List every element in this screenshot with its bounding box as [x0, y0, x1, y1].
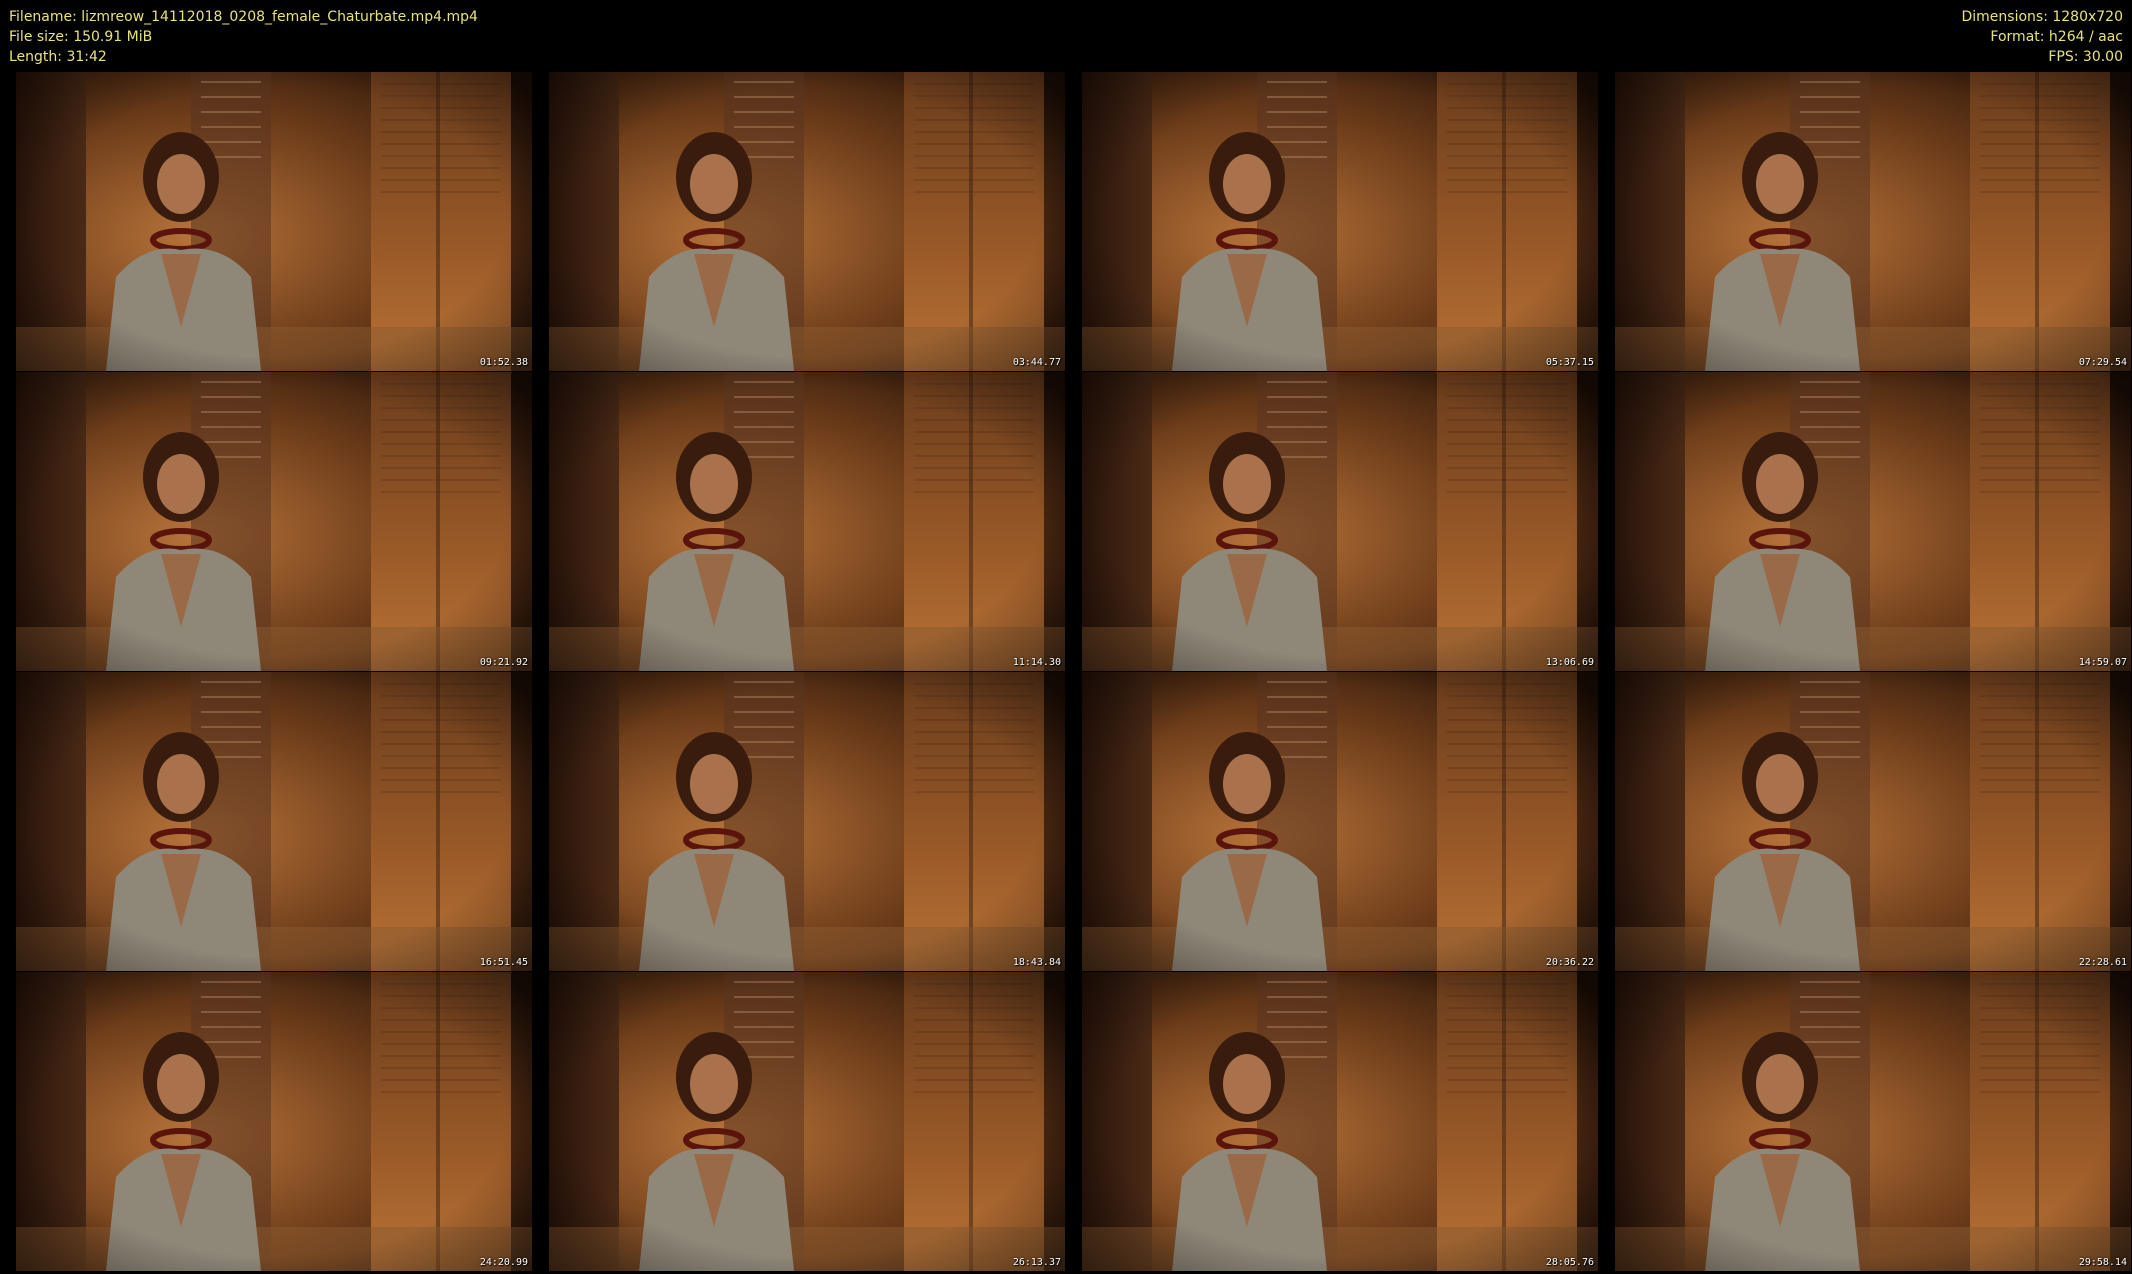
thumbnail-timestamp: 18:43.84 — [1012, 957, 1061, 968]
thumbnail-timestamp: 11:14.30 — [1012, 657, 1061, 668]
thumbnail-image — [1082, 972, 1598, 1271]
video-thumbnail: 24:20.99 — [16, 972, 532, 1271]
video-thumbnail: 05:37.15 — [1082, 72, 1598, 371]
video-thumbnail: 26:13.37 — [549, 972, 1065, 1271]
thumbnail-timestamp: 09:21.92 — [479, 657, 528, 668]
thumbnail-timestamp: 22:28.61 — [2078, 957, 2127, 968]
thumbnail-timestamp: 14:59.07 — [2078, 657, 2127, 668]
thumbnail-image — [1082, 72, 1598, 371]
dimensions-text: Dimensions: 1280x720 — [1961, 9, 2123, 25]
length-text: Length: 31:42 — [9, 49, 107, 65]
video-thumbnail: 14:59.07 — [1615, 372, 2131, 671]
thumbnail-image — [549, 72, 1065, 371]
video-thumbnail: 09:21.92 — [16, 372, 532, 671]
thumbnail-image — [16, 972, 532, 1271]
filename-text: Filename: lizmreow_14112018_0208_female_… — [9, 9, 478, 25]
file-info-left: Filename: lizmreow_14112018_0208_female_… — [9, 7, 478, 67]
video-thumbnail: 07:29.54 — [1615, 72, 2131, 371]
thumbnail-timestamp: 26:13.37 — [1012, 1257, 1061, 1268]
thumbnail-image — [1615, 72, 2131, 371]
thumbnail-timestamp: 13:06.69 — [1545, 657, 1594, 668]
thumbnail-timestamp: 16:51.45 — [479, 957, 528, 968]
file-info-right: Dimensions: 1280x720 Format: h264 / aac … — [1961, 7, 2123, 67]
thumbnail-grid: 01:52.38 03:44.77 05:37.15 07:29.54 09:2… — [0, 72, 2132, 1274]
video-thumbnail: 22:28.61 — [1615, 672, 2131, 971]
video-thumbnail: 03:44.77 — [549, 72, 1065, 371]
format-text: Format: h264 / aac — [1990, 29, 2123, 45]
thumbnail-timestamp: 01:52.38 — [479, 357, 528, 368]
thumbnail-image — [549, 672, 1065, 971]
thumbnail-image — [16, 72, 532, 371]
thumbnail-image — [16, 372, 532, 671]
thumbnail-image — [1615, 972, 2131, 1271]
video-thumbnail: 16:51.45 — [16, 672, 532, 971]
thumbnail-timestamp: 03:44.77 — [1012, 357, 1061, 368]
video-thumbnail: 11:14.30 — [549, 372, 1065, 671]
thumbnail-image — [1615, 372, 2131, 671]
thumbnail-image — [1615, 672, 2131, 971]
thumbnail-image — [549, 372, 1065, 671]
thumbnail-image — [549, 972, 1065, 1271]
thumbnail-timestamp: 20:36.22 — [1545, 957, 1594, 968]
thumbnail-image — [16, 672, 532, 971]
thumbnail-image — [1082, 672, 1598, 971]
thumbnail-image — [1082, 372, 1598, 671]
video-thumbnail: 13:06.69 — [1082, 372, 1598, 671]
thumbnail-timestamp: 05:37.15 — [1545, 357, 1594, 368]
video-thumbnail: 28:05.76 — [1082, 972, 1598, 1271]
video-thumbnail: 20:36.22 — [1082, 672, 1598, 971]
fps-text: FPS: 30.00 — [2048, 49, 2123, 65]
thumbnail-timestamp: 07:29.54 — [2078, 357, 2127, 368]
contact-sheet-header: Filename: lizmreow_14112018_0208_female_… — [0, 0, 2132, 72]
thumbnail-timestamp: 24:20.99 — [479, 1257, 528, 1268]
file-size-text: File size: 150.91 MiB — [9, 29, 153, 45]
video-thumbnail: 18:43.84 — [549, 672, 1065, 971]
thumbnail-timestamp: 28:05.76 — [1545, 1257, 1594, 1268]
thumbnail-timestamp: 29:58.14 — [2078, 1257, 2127, 1268]
video-thumbnail: 01:52.38 — [16, 72, 532, 371]
video-thumbnail: 29:58.14 — [1615, 972, 2131, 1271]
